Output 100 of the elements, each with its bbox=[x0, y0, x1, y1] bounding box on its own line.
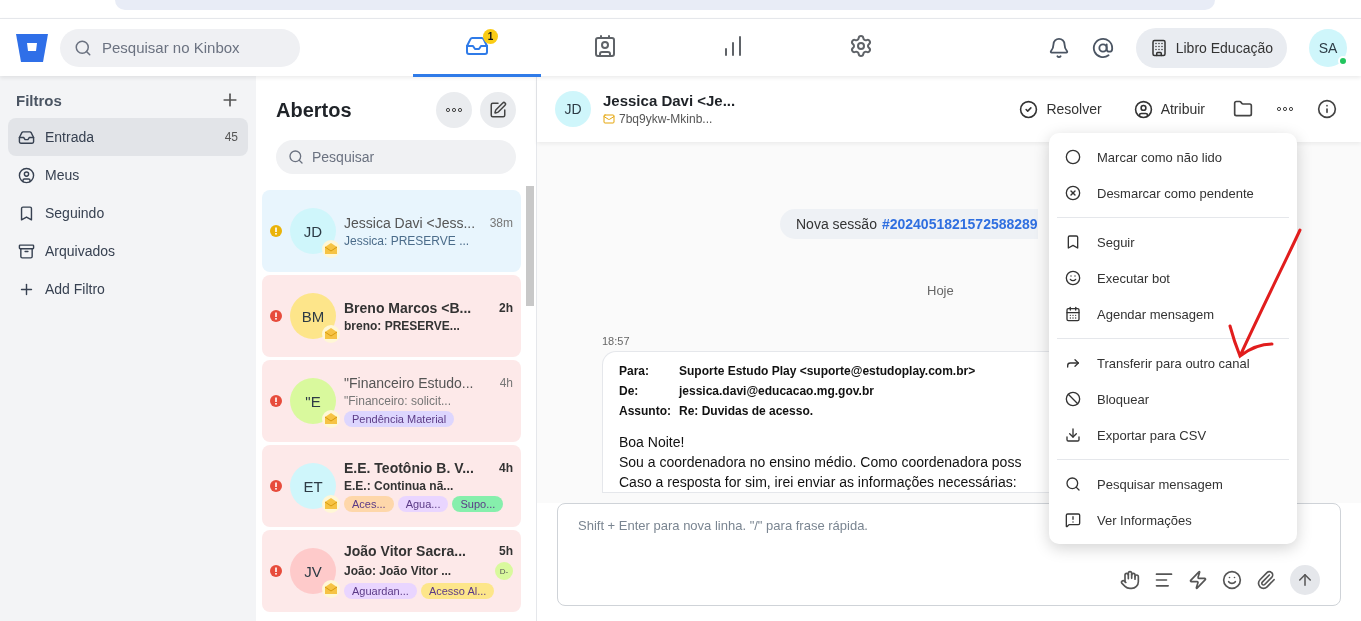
menu-item[interactable]: Exportar para CSV bbox=[1049, 417, 1297, 453]
search-icon bbox=[288, 149, 304, 165]
time-label: 4h bbox=[499, 376, 513, 390]
contact-name: Jessica Davi <Jess... bbox=[344, 214, 476, 231]
filter-label: Meus bbox=[45, 167, 80, 183]
more-icon[interactable] bbox=[1277, 107, 1293, 111]
tag: Aces... bbox=[344, 496, 394, 512]
archive-icon bbox=[18, 242, 35, 260]
contact-avatar: JD bbox=[555, 91, 591, 127]
check-icon bbox=[1019, 99, 1039, 119]
contact-name: E.E. Teotônio B. V... bbox=[344, 460, 474, 476]
menu-item[interactable]: Pesquisar mensagem bbox=[1049, 466, 1297, 502]
assign-button[interactable]: Atribuir bbox=[1123, 99, 1215, 119]
send-button[interactable] bbox=[1290, 565, 1320, 595]
search-field[interactable]: Pesquisar bbox=[276, 140, 516, 174]
tag: Pendência Material bbox=[344, 411, 455, 427]
message-preview: breno: PRESERVE... bbox=[344, 318, 460, 333]
bookmark-icon bbox=[18, 204, 35, 222]
menu-item[interactable]: Executar bot bbox=[1049, 260, 1297, 296]
download-icon bbox=[1065, 427, 1081, 443]
block-icon bbox=[1065, 391, 1081, 407]
envelope-icon bbox=[603, 113, 615, 125]
menu-item[interactable]: Bloquear bbox=[1049, 381, 1297, 417]
circle-icon bbox=[1065, 149, 1081, 165]
tag: Supo... bbox=[452, 496, 504, 512]
message-text: Sou a coordenadora no ensino médio. Como coordenadora poss bbox=[619, 453, 1023, 472]
tag: Acesso Al... bbox=[420, 583, 495, 599]
filter-count: 45 bbox=[224, 130, 238, 144]
search-field[interactable]: Pesquisar no Kinbox bbox=[60, 28, 300, 67]
id-card-icon bbox=[593, 34, 617, 58]
header-label: De: bbox=[619, 384, 640, 398]
menu-item[interactable]: Seguir bbox=[1049, 224, 1297, 260]
folder-icon[interactable] bbox=[1233, 99, 1253, 119]
text-icon[interactable] bbox=[1154, 570, 1174, 590]
envelope-icon bbox=[322, 325, 340, 343]
info-icon[interactable] bbox=[1317, 99, 1337, 119]
message-time: 18:57 bbox=[602, 335, 631, 347]
message-preview: João: João Vitor ... bbox=[344, 564, 452, 578]
resolve-button[interactable]: Resolver bbox=[1009, 99, 1112, 119]
conversation-card[interactable]: JV João Vitor Sacra... 5h João: João Vitor ... D- Aguardan... Acesso Al... bbox=[262, 530, 521, 612]
emoji-icon[interactable] bbox=[1222, 570, 1242, 590]
conversation-card[interactable]: BM Breno Marcos <B... 2h breno: PRESERVE... bbox=[262, 275, 521, 357]
message-preview: Jessica: PRESERVE ... bbox=[344, 233, 470, 248]
header-value: Re: Duvidas de acesso. bbox=[679, 404, 815, 418]
attach-icon[interactable] bbox=[1256, 570, 1276, 590]
inbox-icon bbox=[465, 34, 489, 58]
settings-icon bbox=[849, 34, 873, 58]
agent-avatar: D- bbox=[495, 562, 513, 580]
filter-item[interactable]: Arquivados bbox=[8, 232, 248, 270]
more-icon bbox=[446, 108, 462, 112]
header-label: Assunto: bbox=[619, 404, 672, 418]
tag: Agua... bbox=[397, 496, 449, 512]
smile-icon bbox=[1065, 270, 1081, 286]
filter-item[interactable]: Meus bbox=[8, 156, 248, 194]
user-icon bbox=[18, 166, 35, 184]
workspace-name: Libro Educação bbox=[1175, 39, 1273, 56]
contact-name: Breno Marcos <B... bbox=[344, 299, 472, 316]
conversation-card[interactable]: ET E.E. Teotônio B. V... 4h E.E.: Continua nã... Aces... Agua... Supo... bbox=[262, 445, 521, 527]
building-icon bbox=[1149, 38, 1168, 57]
channel-label: 7bq9ykw-Mkinb... bbox=[619, 112, 713, 126]
message-text: Boa Noite! bbox=[619, 433, 686, 452]
message-preview: E.E.: Continua nã... bbox=[344, 479, 454, 493]
header-label: Para: bbox=[619, 364, 651, 378]
menu-item[interactable]: Ver Informações bbox=[1049, 502, 1297, 538]
menu-item[interactable]: Marcar como não lido bbox=[1049, 139, 1297, 175]
bookmark-icon bbox=[1065, 234, 1081, 250]
filter-item[interactable]: Seguindo bbox=[8, 194, 248, 232]
time-label: 38m bbox=[489, 215, 513, 230]
envelope-icon bbox=[322, 495, 340, 513]
header-value: Suporte Estudo Play <suporte@estudoplay.com.br> bbox=[679, 364, 977, 378]
contact-name: "Financeiro Estudo... bbox=[344, 375, 474, 391]
contact-name: Jessica Davi <Je... bbox=[603, 92, 736, 109]
nav-tab[interactable]: 1 bbox=[413, 18, 541, 77]
workspace-button[interactable]: Libro Educação bbox=[1135, 27, 1287, 68]
notification-icon[interactable] bbox=[1047, 36, 1070, 59]
menu-item[interactable]: Transferir para outro canal bbox=[1049, 345, 1297, 381]
envelope-icon bbox=[322, 580, 340, 598]
tag: Aguardan... bbox=[344, 583, 417, 599]
logo-icon bbox=[14, 31, 50, 64]
user-icon bbox=[1133, 99, 1153, 119]
filter-label: Add Filtro bbox=[45, 281, 105, 297]
conversation-card[interactable]: JD Jessica Davi <Jess... 38m Jessica: PRESERVE ... bbox=[262, 190, 521, 272]
message-alert-icon bbox=[1065, 512, 1081, 528]
menu-item[interactable]: Agendar mensagem bbox=[1049, 296, 1297, 332]
mention-icon[interactable] bbox=[1091, 36, 1114, 59]
menu-item[interactable]: Desmarcar como pendente bbox=[1049, 175, 1297, 211]
sidebar-title: Filtros bbox=[16, 91, 62, 109]
filter-item[interactable]: Add Filtro bbox=[8, 270, 248, 308]
conversation-card[interactable]: "E "Financeiro Estudo... 4h "Financeiro: solicit... Pendência Material bbox=[262, 360, 521, 442]
compose-button[interactable] bbox=[480, 92, 516, 128]
session-id: #2024051821572588289 bbox=[881, 216, 1038, 232]
inbox-icon bbox=[18, 128, 35, 146]
list-title: Abertos bbox=[276, 98, 352, 122]
hand-icon[interactable] bbox=[1120, 570, 1140, 590]
filter-item[interactable]: Entrada 45 bbox=[8, 118, 248, 156]
filter-label: Entrada bbox=[45, 129, 95, 145]
user-avatar[interactable]: SA bbox=[1309, 28, 1347, 67]
close-icon bbox=[1065, 185, 1081, 201]
lightning-icon[interactable] bbox=[1188, 570, 1208, 590]
count-badge: 1 bbox=[483, 28, 498, 44]
